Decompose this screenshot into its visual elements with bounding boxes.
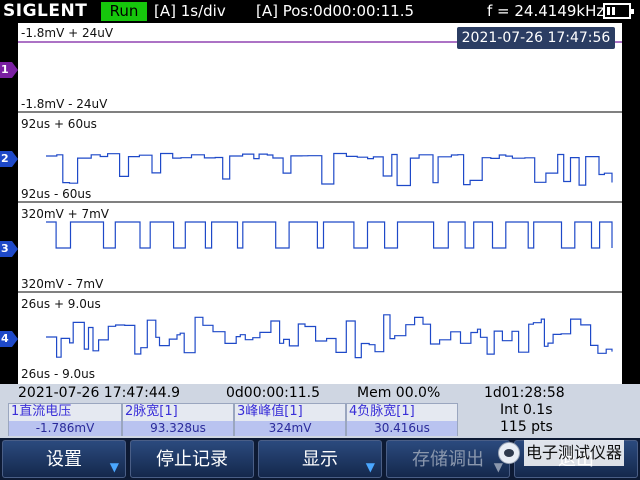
point-count: 115 pts <box>500 419 553 435</box>
ch4-upper-label: 26us + 9.0us <box>21 297 101 311</box>
position-readout[interactable]: [A] Pos:0d00:00:11.5 <box>256 1 414 21</box>
wechat-icon <box>498 442 520 464</box>
measurement-3[interactable]: 3峰峰值[1] 324mV <box>234 403 346 436</box>
brand-logo: SIGLENT <box>3 1 88 21</box>
ch3-trace <box>46 221 613 249</box>
ch2-lower-label: 92us - 60us <box>21 187 92 201</box>
channel-2-number: 2 <box>1 152 9 165</box>
settings-button[interactable]: 设置 ▼ <box>2 440 126 478</box>
measurement-2-tag: [1] <box>159 404 178 419</box>
ch3-upper-label: 320mV + 7mV <box>21 207 110 221</box>
channel-4-number: 4 <box>1 332 9 345</box>
measurement-4-name: 负脉宽 <box>357 404 397 419</box>
ch2-trace <box>46 152 613 187</box>
measurement-2-name: 脉宽 <box>133 404 160 419</box>
display-button[interactable]: 显示 ▼ <box>258 440 382 478</box>
measurement-3-value: 324mV <box>235 421 345 436</box>
measurement-bar: 2021-07-26 17:47:44.9 0d00:00:11.5 Mem 0… <box>0 384 640 438</box>
channel-3-number: 3 <box>1 242 9 255</box>
measurement-3-tag: [1] <box>284 404 303 419</box>
timebase-readout[interactable]: [A] 1s/div <box>154 1 226 21</box>
display-button-label: 显示 <box>302 449 338 470</box>
ch1-lower-label: -1.8mV - 24uV <box>21 97 108 111</box>
save-recall-button[interactable]: 存储调出 ▼ <box>386 440 510 478</box>
record-datetime: 2021-07-26 17:47:44.9 <box>18 385 181 401</box>
record-position: 0d00:00:11.5 <box>226 385 321 401</box>
channel-1-marker[interactable]: 1 <box>0 62 18 78</box>
settings-button-label: 设置 <box>46 449 82 470</box>
ch1-upper-label: -1.8mV + 24uV <box>21 26 114 40</box>
chevron-down-icon: ▼ <box>109 460 119 474</box>
measurement-1[interactable]: 1直流电压 -1.786mV <box>8 403 122 436</box>
measurement-2-value: 93.328us <box>123 421 233 436</box>
watermark: 电子测试仪器 <box>498 440 625 466</box>
battery-icon <box>603 3 634 19</box>
record-duration: 1d01:28:58 <box>484 385 565 401</box>
measurement-3-name: 峰峰值 <box>245 404 285 419</box>
measurement-4[interactable]: 4负脉宽[1] 30.416us <box>346 403 458 436</box>
sample-interval: Int 0.1s <box>500 402 553 418</box>
measurement-1-value: -1.786mV <box>9 421 121 436</box>
save-recall-button-label: 存储调出 <box>412 449 484 470</box>
clock-display: 2021-07-26 17:47:56 <box>457 27 615 49</box>
channel-4-marker[interactable]: 4 <box>0 331 18 347</box>
frequency-readout: f = 24.4149kHz <box>487 2 605 20</box>
channel-3-marker[interactable]: 3 <box>0 241 18 257</box>
run-status-badge[interactable]: Run <box>101 2 147 21</box>
ch3-lower-label: 320mV - 7mV <box>21 277 104 291</box>
channel-1-number: 1 <box>1 63 9 76</box>
watermark-text: 电子测试仪器 <box>524 440 625 466</box>
ch2-upper-label: 92us + 60us <box>21 117 97 131</box>
waveform-screen[interactable] <box>18 22 622 384</box>
ch4-lower-label: 26us - 9.0us <box>21 367 96 381</box>
measurement-4-tag: [1] <box>396 404 415 419</box>
measurement-4-value: 30.416us <box>347 421 457 436</box>
measurement-1-name: 直流电压 <box>19 404 72 419</box>
measurement-2[interactable]: 2脉宽[1] 93.328us <box>122 403 234 436</box>
memory-usage: Mem 00.0% <box>357 385 441 401</box>
waveform-canvas <box>18 22 622 359</box>
ch4-trace <box>46 314 613 359</box>
stop-record-button[interactable]: 停止记录 <box>130 440 254 478</box>
status-bar: SIGLENT Run [A] 1s/div [A] Pos:0d00:00:1… <box>0 0 640 22</box>
channel-2-marker[interactable]: 2 <box>0 151 18 167</box>
chevron-down-icon: ▼ <box>365 460 375 474</box>
stop-record-button-label: 停止记录 <box>156 449 228 470</box>
